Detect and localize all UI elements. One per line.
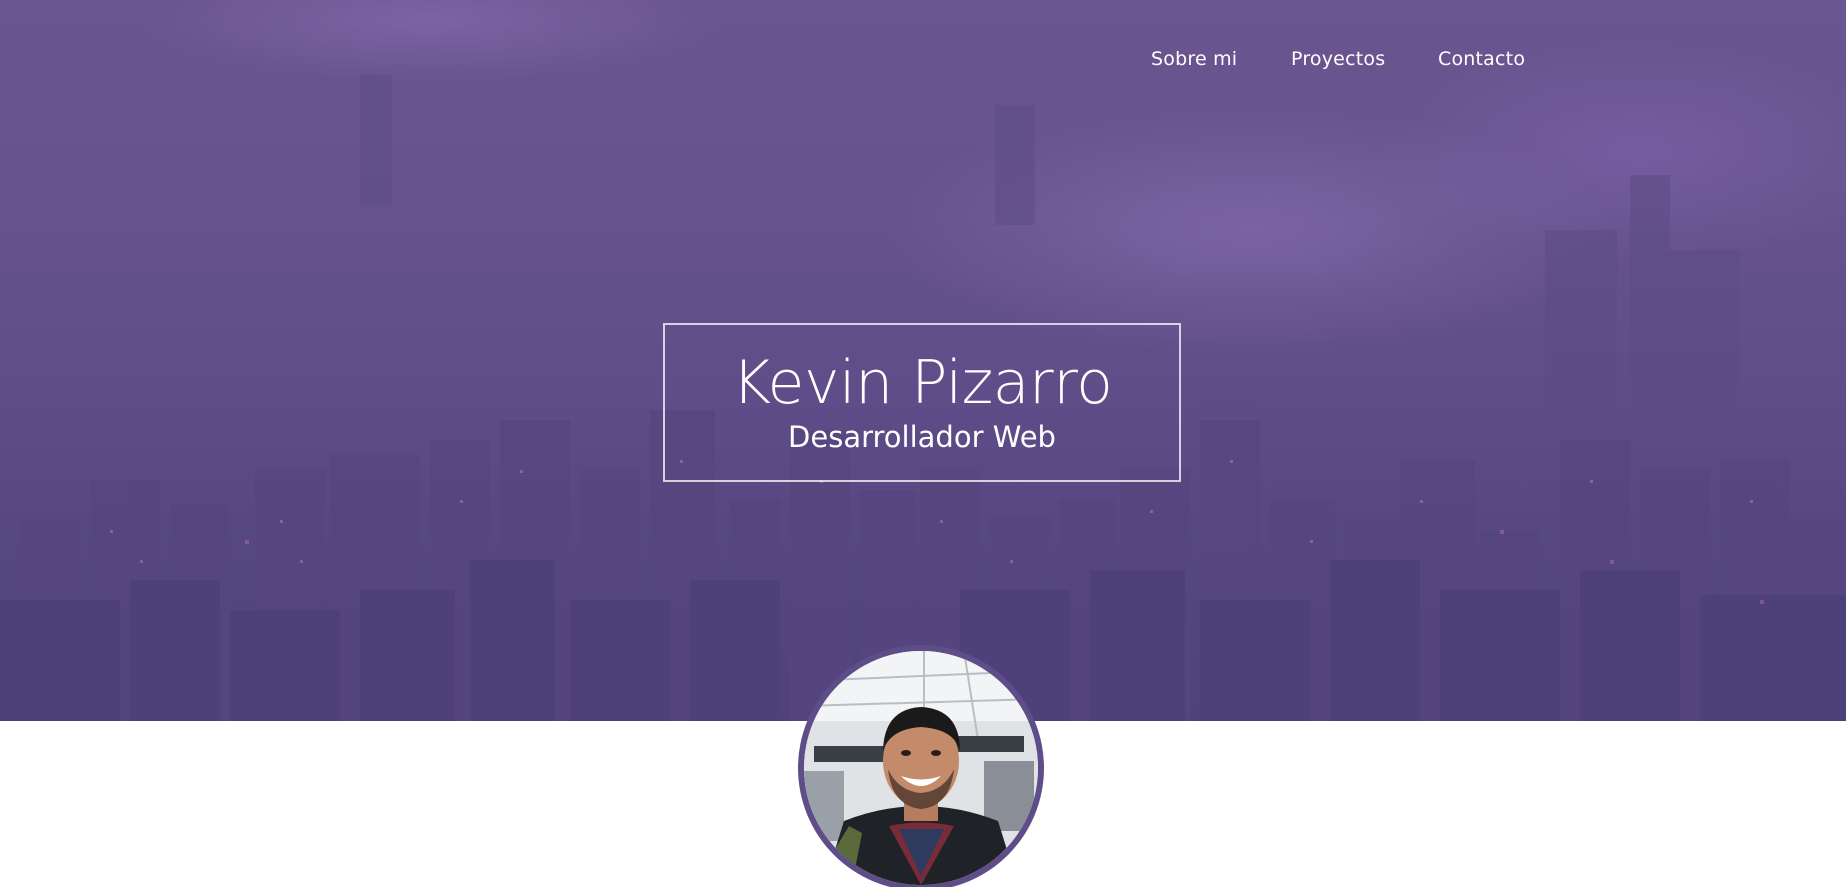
avatar (804, 651, 1038, 885)
hero-title-box: Kevin Pizarro Desarrollador Web (663, 323, 1181, 482)
avatar-photo-icon (804, 651, 1038, 885)
nav-link-about[interactable]: Sobre mi (1151, 48, 1237, 70)
hero-name: Kevin Pizarro (731, 348, 1113, 418)
nav-link-projects[interactable]: Proyectos (1291, 48, 1385, 70)
hero-role: Desarrollador Web (788, 420, 1056, 454)
nav-link-contact[interactable]: Contacto (1438, 48, 1525, 70)
hero-section: Sobre mi Proyectos Contacto Kevin Pizarr… (0, 0, 1846, 721)
